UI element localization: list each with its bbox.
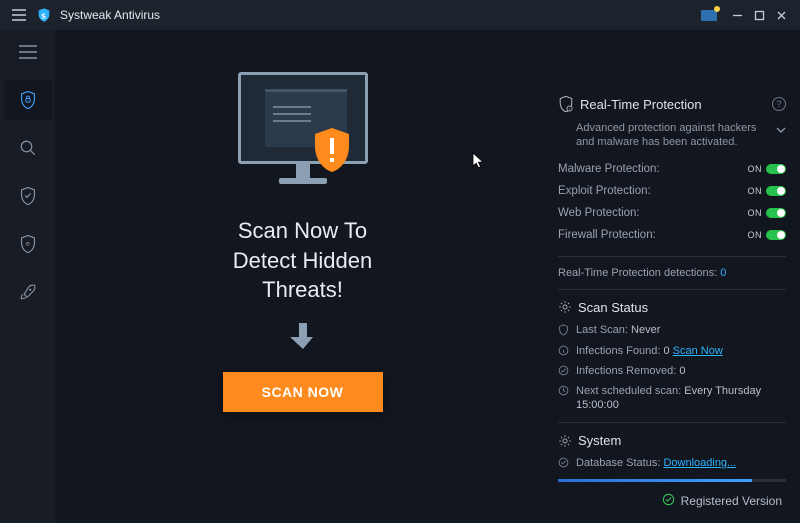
- shield-info-icon: i: [558, 95, 574, 113]
- toggle-malware: Malware Protection: ON: [558, 158, 786, 180]
- center-panel: Scan Now To Detect Hidden Threats! SCAN …: [55, 30, 550, 523]
- chevron-down-icon: [776, 123, 786, 137]
- scan-status-title: Scan Status: [578, 300, 648, 315]
- sidebar-item-protection[interactable]: [4, 176, 52, 216]
- sidebar-item-scan[interactable]: [4, 128, 52, 168]
- alert-shield-icon: [310, 126, 354, 176]
- firewall-toggle[interactable]: [766, 230, 786, 240]
- shield-check-icon: [19, 186, 37, 206]
- db-progress: [558, 479, 786, 482]
- toggle-exploit: Exploit Protection: ON: [558, 180, 786, 202]
- rtp-title: Real-Time Protection: [580, 97, 702, 112]
- app-title: Systweak Antivirus: [60, 8, 160, 22]
- gear-icon: [558, 300, 572, 314]
- system-gear-icon: [558, 434, 572, 448]
- exploit-toggle[interactable]: [766, 186, 786, 196]
- svg-text:e: e: [26, 240, 30, 248]
- check-circle-icon: [558, 457, 570, 471]
- rocket-icon: [19, 283, 37, 301]
- toggle-firewall: Firewall Protection: ON: [558, 224, 786, 246]
- registered-version[interactable]: Registered Version: [662, 493, 782, 509]
- db-status-link[interactable]: Downloading...: [663, 457, 736, 469]
- sidebar-item-boost[interactable]: [4, 272, 52, 312]
- sidebar-item-menu[interactable]: [4, 32, 52, 72]
- sidebar: e: [0, 30, 55, 523]
- scan-illustration: [238, 72, 368, 192]
- minimize-button[interactable]: [726, 4, 748, 26]
- maximize-button[interactable]: [748, 4, 770, 26]
- shield-small-icon: [558, 324, 570, 339]
- rtp-detections: Real-Time Protection detections: 0: [558, 267, 786, 279]
- svg-text:i: i: [569, 107, 570, 111]
- clock-icon: [558, 385, 570, 399]
- shield-lock-icon: [19, 90, 37, 110]
- system-title: System: [578, 433, 621, 448]
- info-icon: [558, 345, 570, 359]
- rtp-description[interactable]: Advanced protection against hackers and …: [576, 121, 786, 150]
- menu-button[interactable]: [8, 4, 30, 26]
- sidebar-item-home[interactable]: [4, 80, 52, 120]
- hamburger-icon: [18, 45, 38, 59]
- help-button[interactable]: ?: [772, 97, 786, 111]
- check-circle-icon: [662, 493, 675, 509]
- promo-icon[interactable]: [700, 8, 720, 22]
- check-circle-icon: [558, 365, 570, 379]
- scan-now-button[interactable]: SCAN NOW: [223, 372, 383, 412]
- web-toggle[interactable]: [766, 208, 786, 218]
- malware-toggle[interactable]: [766, 164, 786, 174]
- search-icon: [19, 139, 37, 157]
- right-panel: i Real-Time Protection ? Advanced protec…: [550, 30, 800, 523]
- shield-e-icon: e: [19, 234, 37, 254]
- headline: Scan Now To Detect Hidden Threats!: [233, 216, 372, 305]
- scan-now-link[interactable]: Scan Now: [673, 345, 723, 357]
- sidebar-item-extra[interactable]: e: [4, 224, 52, 264]
- toggle-web: Web Protection: ON: [558, 202, 786, 224]
- close-button[interactable]: [770, 4, 792, 26]
- arrow-down-icon: [290, 321, 316, 356]
- app-logo: [36, 7, 52, 23]
